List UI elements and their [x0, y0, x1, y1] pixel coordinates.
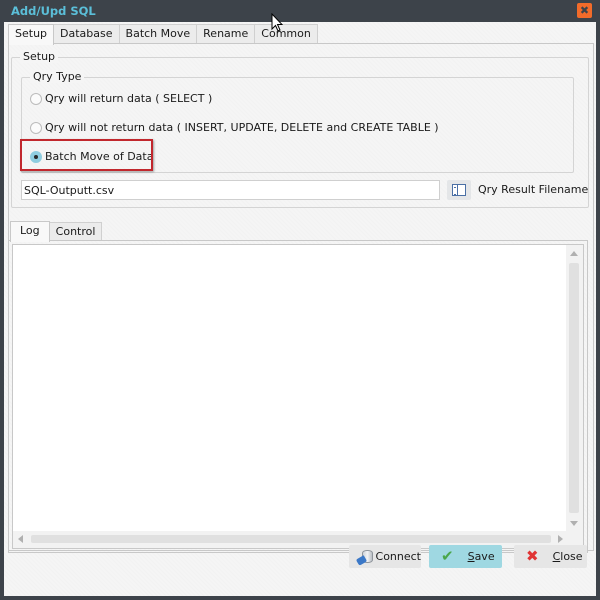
window-close-button[interactable]: ✖: [577, 3, 592, 18]
red-x-icon: ✖: [526, 547, 539, 565]
vertical-scroll-thumb[interactable]: [569, 263, 579, 513]
tab-common[interactable]: Common: [254, 24, 318, 43]
log-panel: [8, 240, 588, 553]
radio-option-no-return[interactable]: Qry will not return data ( INSERT, UPDAT…: [30, 121, 439, 134]
highlight-annotation-box: [20, 139, 153, 171]
scroll-down-arrow-icon[interactable]: [570, 521, 578, 526]
tab-log[interactable]: Log: [10, 221, 50, 242]
radio-option-select[interactable]: Qry will return data ( SELECT ): [30, 92, 212, 105]
scroll-left-arrow-icon[interactable]: [18, 535, 23, 543]
log-tab-bar: Log Control: [10, 221, 103, 242]
database-plug-icon: [355, 549, 373, 566]
scroll-up-arrow-icon[interactable]: [570, 251, 578, 256]
qry-result-filename-label: Qry Result Filename: [478, 183, 589, 196]
log-text-area[interactable]: [12, 244, 584, 549]
tab-control[interactable]: Control: [48, 222, 103, 241]
tab-database[interactable]: Database: [53, 24, 120, 43]
checkmark-icon: ✔: [441, 547, 454, 565]
vertical-scrollbar[interactable]: [566, 245, 583, 532]
setup-group-label: Setup: [20, 50, 59, 63]
close-icon: ✖: [579, 4, 590, 17]
save-label: Save: [467, 550, 495, 563]
browse-file-icon: [452, 184, 466, 196]
connect-button[interactable]: Connect: [349, 545, 421, 568]
radio-label: Qry will return data ( SELECT ): [45, 92, 213, 105]
window-title: Add/Upd SQL: [11, 4, 96, 18]
radio-button[interactable]: [30, 121, 42, 134]
connect-label: Connect: [375, 550, 421, 563]
tab-setup[interactable]: Setup: [8, 24, 55, 45]
radio-label: Qry will not return data ( INSERT, UPDAT…: [45, 121, 439, 134]
add-upd-sql-dialog: Add/Upd SQL ✖ Setup Database Batch Move …: [0, 0, 600, 600]
horizontal-scroll-thumb[interactable]: [31, 535, 551, 543]
save-button[interactable]: ✔ Save: [429, 545, 502, 568]
qry-result-filename-input[interactable]: [21, 180, 440, 200]
close-button[interactable]: ✖ Close: [514, 545, 587, 568]
tab-batch-move[interactable]: Batch Move: [118, 24, 198, 43]
qry-type-label: Qry Type: [30, 70, 85, 83]
radio-button[interactable]: [30, 92, 42, 105]
browse-file-button[interactable]: [447, 180, 471, 200]
title-bar[interactable]: Add/Upd SQL ✖: [0, 0, 600, 22]
tab-rename[interactable]: Rename: [196, 24, 256, 43]
close-label: Close: [552, 550, 583, 563]
scroll-right-arrow-icon[interactable]: [558, 535, 563, 543]
